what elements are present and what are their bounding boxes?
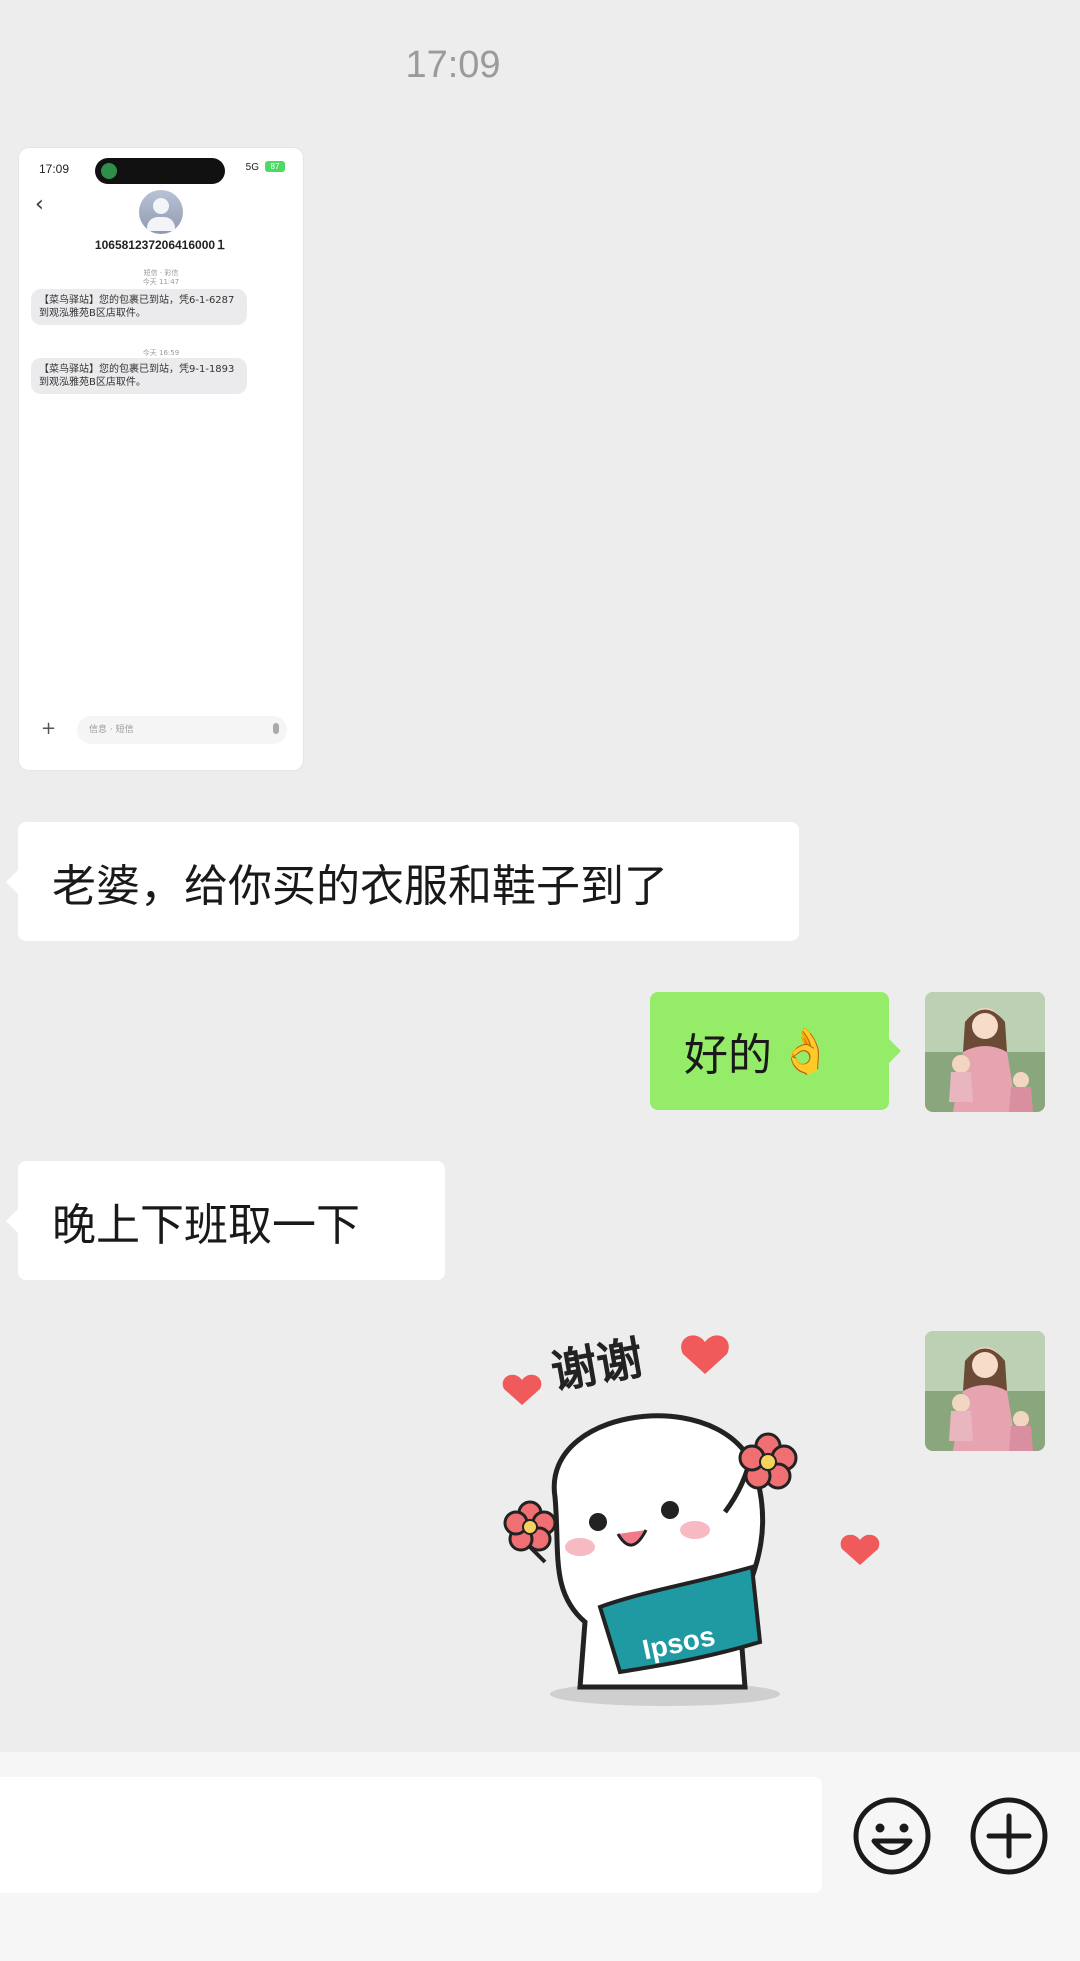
heart-icon	[840, 1534, 880, 1565]
screenshot-sms-bubble: 【菜鸟驿站】您的包裹已到站，凭9-1-1893到观泓雅苑B区店取件。	[31, 358, 247, 394]
screenshot-status-time: 17:09	[39, 162, 70, 176]
screenshot-meta-mid: 今天 16:59	[142, 349, 180, 357]
plus-icon: +	[41, 718, 57, 739]
meta-top-line2: 今天 11:47	[142, 278, 180, 286]
self-avatar[interactable]	[925, 1331, 1045, 1451]
flower-icon	[738, 1432, 798, 1490]
sticker-caption: 谢谢	[547, 1330, 647, 1399]
link-icon	[101, 163, 117, 179]
message-text: 老婆，给你买的衣服和鞋子到了	[52, 860, 668, 912]
ok-hand-icon: 👌	[778, 1026, 833, 1077]
image-message-sms-screenshot[interactable]: 17:09 5G 87 ‹ 106581237206416000１ 短信 · 彩…	[19, 148, 303, 770]
chat-input-bar	[0, 1752, 1080, 1961]
sticker-blush	[565, 1538, 595, 1556]
chat-timestamp: 17:09	[405, 44, 501, 86]
meta-top-line1: 短信 · 彩信	[143, 269, 179, 277]
avatar-illustration-icon	[925, 1331, 1045, 1451]
microphone-icon	[273, 723, 279, 734]
avatar-illustration-icon	[925, 992, 1045, 1112]
screenshot-signal: 5G	[245, 162, 259, 173]
smiley-face-icon[interactable]	[852, 1796, 932, 1876]
battery-icon: 87	[265, 161, 285, 172]
message-bubble-incoming[interactable]: 晚上下班取一下	[6, 1161, 445, 1280]
plus-circle-icon[interactable]	[969, 1796, 1049, 1876]
screenshot-meta-top: 短信 · 彩信 今天 11:47	[19, 269, 303, 287]
message-text: 好的	[684, 1030, 772, 1081]
screenshot-input-bar: + 信息 · 短信	[33, 716, 289, 746]
message-text: 晚上下班取一下	[52, 1199, 360, 1251]
screenshot-phone-number: 106581237206416000１	[94, 238, 228, 252]
sticker-eye-right	[661, 1501, 679, 1519]
self-avatar[interactable]	[925, 992, 1045, 1112]
dynamic-island	[95, 158, 225, 184]
heart-icon	[502, 1374, 542, 1405]
message-bubble-incoming[interactable]: 老婆，给你买的衣服和鞋子到了	[6, 822, 799, 941]
back-chevron-icon: ‹	[35, 192, 44, 217]
sticker-eye-left	[589, 1513, 607, 1531]
heart-icon	[681, 1335, 729, 1374]
sticker-message[interactable]: 谢谢 Ipsos	[490, 1322, 890, 1722]
message-input[interactable]	[0, 1777, 822, 1893]
screenshot-input-field: 信息 · 短信	[77, 716, 287, 744]
screenshot-sms-bubble: 【菜鸟驿站】您的包裹已到站，凭6-1-6287到观泓雅苑B区店取件。	[31, 289, 247, 325]
message-bubble-outgoing[interactable]: 好的 👌	[650, 992, 901, 1110]
flower-icon	[503, 1500, 557, 1552]
sticker-blush	[680, 1521, 710, 1539]
contact-avatar-icon	[139, 190, 183, 234]
